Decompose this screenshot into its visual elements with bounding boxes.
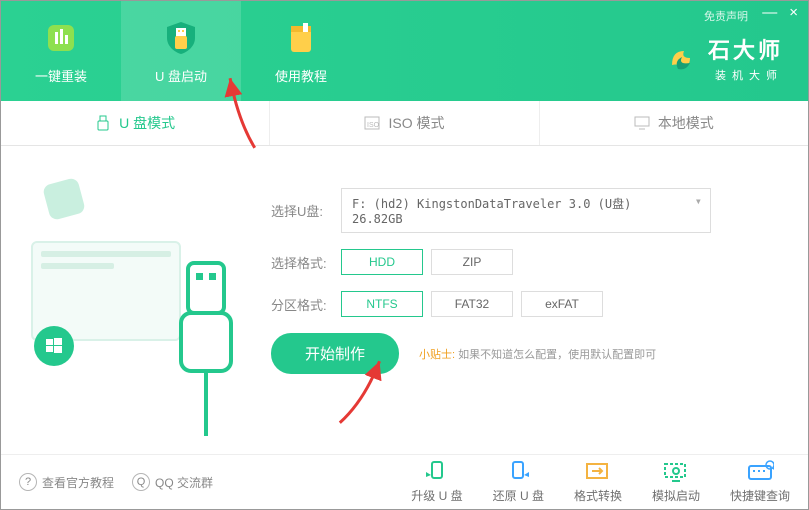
- tab-local-mode[interactable]: 本地模式: [540, 101, 808, 145]
- nav-item-reinstall[interactable]: 一键重装: [1, 1, 121, 101]
- partition-option-ntfs[interactable]: NTFS: [341, 291, 423, 317]
- usb-select-label: 选择U盘:: [271, 201, 341, 220]
- brand-logo-icon: [664, 41, 698, 75]
- brand-subtitle: 装机大师: [708, 67, 783, 83]
- nav-label: 一键重装: [35, 66, 87, 85]
- format-label: 选择格式:: [271, 253, 341, 272]
- start-build-button[interactable]: 开始制作: [271, 333, 399, 374]
- minimize-button[interactable]: —: [762, 6, 777, 20]
- window-controls: — ×: [762, 6, 798, 20]
- tip-body: 如果不知道怎么配置，使用默认配置即可: [458, 349, 656, 361]
- disclaimer-link[interactable]: 免责声明: [704, 8, 748, 24]
- shield-usb-icon: [161, 18, 201, 58]
- tab-usb-mode[interactable]: U 盘模式: [1, 101, 270, 145]
- action-format-convert[interactable]: 格式转换: [574, 460, 622, 504]
- tab-label: 本地模式: [658, 113, 714, 133]
- app-header: 一键重装 U 盘启动 使用教程 免责声明 — × 石大师 装机大师: [1, 1, 808, 101]
- usb-select[interactable]: F: (hd2) KingstonDataTraveler 3.0 (U盘) 2…: [341, 188, 711, 233]
- windows-badge-icon: [34, 326, 74, 366]
- nav-label: 使用教程: [275, 66, 327, 85]
- link-label: QQ 交流群: [155, 474, 213, 491]
- tab-label: U 盘模式: [119, 113, 175, 133]
- partition-label: 分区格式:: [271, 295, 341, 314]
- main-panel: 选择U盘: F: (hd2) KingstonDataTraveler 3.0 …: [1, 146, 808, 456]
- partition-option-exfat[interactable]: exFAT: [521, 291, 603, 317]
- usb-plug-illustration: [171, 261, 241, 444]
- book-icon: [281, 18, 321, 58]
- tip-prefix: 小贴士:: [419, 349, 455, 361]
- action-upgrade-usb[interactable]: 升级 U 盘: [411, 460, 462, 504]
- link-label: 查看官方教程: [42, 474, 114, 491]
- iso-icon: ISO: [364, 115, 380, 131]
- action-label: 模拟启动: [652, 487, 700, 504]
- restore-usb-icon: [504, 460, 532, 484]
- nav-item-tutorial[interactable]: 使用教程: [241, 1, 361, 101]
- monitor-icon: [634, 115, 650, 131]
- format-option-zip[interactable]: ZIP: [431, 249, 513, 275]
- config-form: 选择U盘: F: (hd2) KingstonDataTraveler 3.0 …: [251, 176, 778, 456]
- simulate-boot-icon: [662, 460, 690, 484]
- brand-title: 石大师: [708, 33, 783, 65]
- action-restore-usb[interactable]: 还原 U 盘: [493, 460, 544, 504]
- nav-item-usb-boot[interactable]: U 盘启动: [121, 1, 241, 101]
- action-simulate-boot[interactable]: 模拟启动: [652, 460, 700, 504]
- format-convert-icon: [584, 460, 612, 484]
- qq-icon: Q: [132, 473, 150, 491]
- bars-icon: [41, 18, 81, 58]
- action-label: 快捷键查询: [730, 487, 790, 504]
- usb-icon: [95, 115, 111, 131]
- action-label: 升级 U 盘: [411, 487, 462, 504]
- svg-text:ISO: ISO: [367, 122, 380, 129]
- mode-tabs: U 盘模式 ISO ISO 模式 本地模式: [1, 101, 808, 146]
- official-tutorial-link[interactable]: ? 查看官方教程: [19, 473, 114, 491]
- windows-tag-icon: [42, 177, 86, 221]
- tip-text: 小贴士: 如果不知道怎么配置，使用默认配置即可: [419, 346, 656, 362]
- action-label: 还原 U 盘: [493, 487, 544, 504]
- tab-iso-mode[interactable]: ISO ISO 模式: [270, 101, 539, 145]
- action-shortcut-lookup[interactable]: 快捷键查询: [730, 460, 790, 504]
- close-button[interactable]: ×: [789, 6, 798, 20]
- qq-group-link[interactable]: Q QQ 交流群: [132, 473, 213, 491]
- bottom-toolbar: ? 查看官方教程 Q QQ 交流群 升级 U 盘 还原 U 盘 格式转换 模拟启…: [1, 454, 808, 509]
- action-label: 格式转换: [574, 487, 622, 504]
- help-icon: ?: [19, 473, 37, 491]
- illustration: [31, 176, 251, 456]
- nav-label: U 盘启动: [155, 66, 207, 85]
- brand: 石大师 装机大师: [664, 33, 783, 83]
- shortcut-key-icon: [746, 460, 774, 484]
- tab-label: ISO 模式: [388, 113, 444, 133]
- format-option-hdd[interactable]: HDD: [341, 249, 423, 275]
- partition-option-fat32[interactable]: FAT32: [431, 291, 513, 317]
- upgrade-usb-icon: [423, 460, 451, 484]
